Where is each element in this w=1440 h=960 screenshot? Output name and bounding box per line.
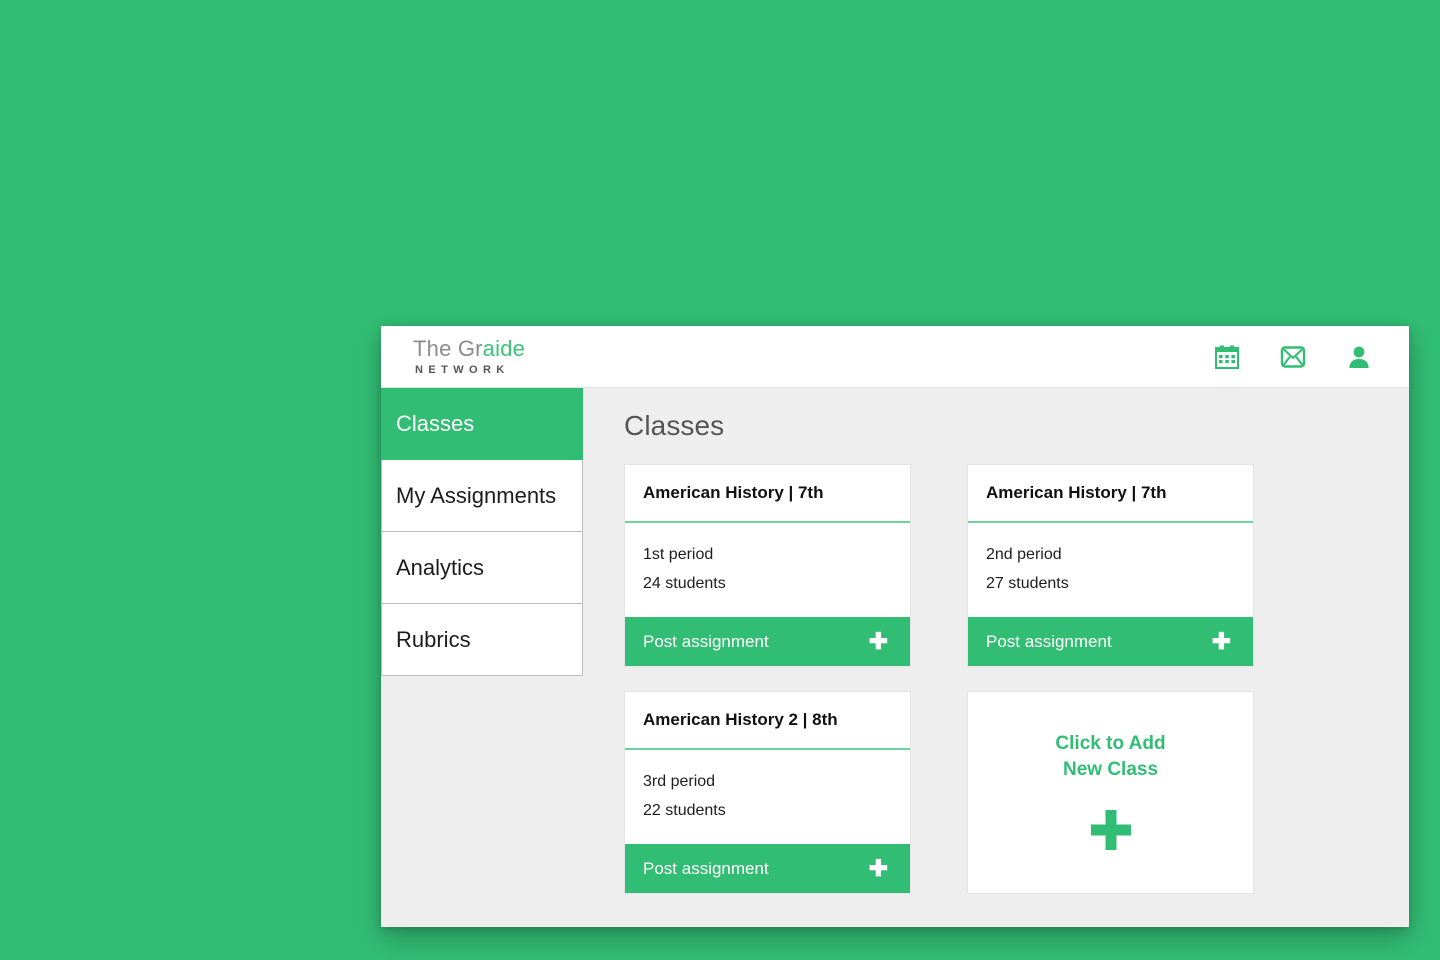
class-card-period: 2nd period [986,546,1062,563]
brand-name: The Graide [413,335,526,361]
class-card-students: 22 students [643,801,726,819]
user-icon[interactable] [1345,343,1373,371]
plus-icon: ✚ [868,855,888,881]
brand-name-plain: The Gr [413,335,483,361]
top-bar: The Graide NETWORK [381,326,1409,388]
class-card-title: American History 2 | 8th [643,710,838,729]
class-card-title: American History | 7th [986,483,1167,502]
sidebar-item-label: Classes [396,410,475,436]
class-card-meta: 3rd period 22 students [625,750,910,844]
class-card-title: American History | 7th [643,483,824,502]
class-card-meta: 2nd period 27 students [968,523,1253,617]
calendar-icon[interactable] [1213,343,1241,371]
sidebar-item-rubrics[interactable]: Rubrics [381,604,583,676]
class-card-period: 3rd period [643,773,716,790]
plus-icon [1088,807,1134,858]
mail-icon[interactable] [1279,343,1307,371]
post-assignment-button[interactable]: Post assignment ✚ [625,617,910,666]
class-card-grid: American History | 7th 1st period 24 stu… [624,464,1375,894]
class-card-meta: 1st period 24 students [625,523,910,617]
brand-subtitle: NETWORK [415,363,510,376]
class-card[interactable]: American History | 7th 2nd period 27 stu… [967,464,1254,667]
sidebar-item-my-assignments[interactable]: My Assignments [381,460,583,532]
sidebar-item-label: Analytics [396,554,485,580]
main-content: Classes American History | 7th 1st perio… [583,388,1409,927]
sidebar-item-label: My Assignments [396,482,557,508]
post-assignment-button[interactable]: Post assignment ✚ [968,617,1253,666]
app-window: The Graide NETWORK Classes My Assignment… [381,326,1409,927]
add-new-class-card[interactable]: Click to Add New Class [967,691,1254,894]
add-new-class-line1: Click to Add [1055,733,1166,755]
plus-icon: ✚ [868,628,888,654]
sidebar-item-label: Rubrics [396,626,471,652]
post-assignment-label: Post assignment [986,631,1112,651]
sidebar-item-analytics[interactable]: Analytics [381,532,583,604]
class-card[interactable]: American History 2 | 8th 3rd period 22 s… [624,691,911,894]
page-title: Classes [624,410,725,441]
class-card-students: 24 students [643,574,726,592]
class-card[interactable]: American History | 7th 1st period 24 stu… [624,464,911,667]
add-new-class-label: Click to Add New Class [1055,731,1165,782]
class-card-period: 1st period [643,546,714,563]
sidebar: Classes My Assignments Analytics Rubrics [381,388,583,927]
app-body: Classes My Assignments Analytics Rubrics… [381,388,1409,927]
sidebar-item-classes[interactable]: Classes [381,388,583,460]
add-new-class-line2: New Class [1062,759,1159,780]
plus-icon: ✚ [1211,628,1231,654]
class-card-students: 27 students [986,574,1069,592]
top-bar-icons [1213,343,1383,371]
post-assignment-label: Post assignment [643,858,769,878]
brand-name-accent: aide [482,335,526,361]
post-assignment-label: Post assignment [643,631,769,651]
post-assignment-button[interactable]: Post assignment ✚ [625,844,910,893]
brand-logo[interactable]: The Graide NETWORK [413,335,526,376]
